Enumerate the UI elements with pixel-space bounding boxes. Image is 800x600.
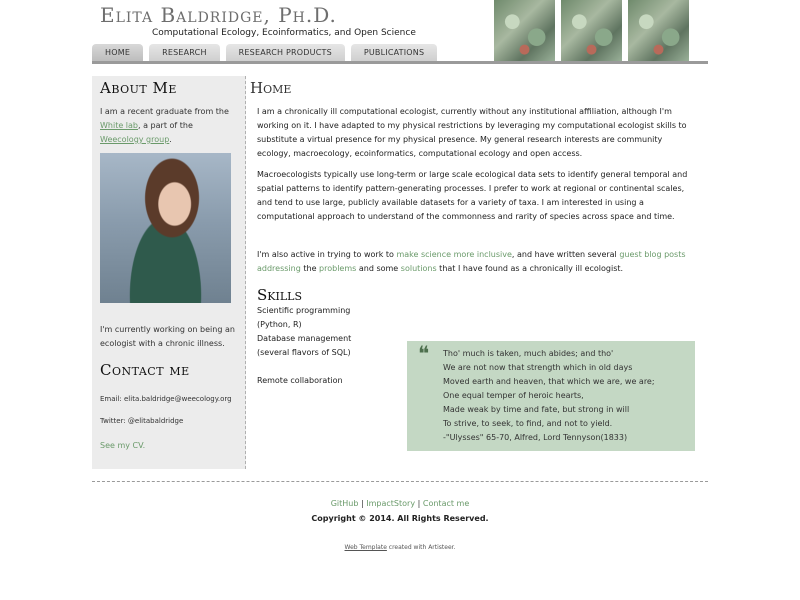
inclusive-text-2: , and have written several	[511, 250, 620, 259]
about-heading: About Me	[100, 79, 177, 97]
skill-item: (Python, R)	[257, 320, 302, 329]
quote-line: To strive, to seek, to find, and not to …	[443, 419, 613, 428]
problems-link[interactable]: problems	[319, 264, 356, 273]
inclusive-science-link[interactable]: make science more inclusive	[396, 250, 511, 259]
site-subtitle: Computational Ecology, Ecoinformatics, a…	[152, 28, 416, 38]
about-text-1: I am a recent graduate from the	[100, 107, 229, 116]
template-credit-text: created with Artisteer.	[386, 544, 456, 551]
quote-mark-icon: ❝	[418, 342, 430, 366]
tab-publications[interactable]: PUBLICATIONS	[350, 44, 438, 61]
solutions-link[interactable]: solutions	[401, 264, 437, 273]
github-link[interactable]: GitHub	[331, 499, 359, 508]
about-text: I am a recent graduate from the White la…	[100, 105, 237, 147]
quote-attribution: -"Ulysses" 65-70, Alfred, Lord Tennyson(…	[443, 433, 628, 442]
about-text-3: .	[169, 135, 172, 144]
quote-line: Moved earth and heaven, that which we ar…	[443, 377, 655, 386]
main-content: Home I am a chronically ill computationa…	[250, 76, 698, 451]
nav-divider	[92, 61, 708, 64]
skill-item: Scientific programming	[257, 306, 351, 315]
banner-image-2	[561, 0, 622, 62]
contact-twitter: Twitter: @elitabaldridge	[100, 417, 184, 425]
page-title: Home	[250, 79, 292, 97]
footer-divider	[92, 481, 708, 482]
profile-photo	[100, 153, 231, 303]
macroecology-paragraph: Macroecologists typically use long-term …	[257, 170, 688, 221]
quote-box: ❝ Tho' much is taken, much abides; and t…	[407, 341, 695, 451]
inclusive-text-3: the	[300, 264, 320, 273]
template-credit: Web Template created with Artisteer.	[0, 544, 800, 551]
web-template-link[interactable]: Web Template	[345, 544, 387, 551]
skills-heading: Skills	[257, 286, 302, 304]
site-title: Elita Baldridge, Ph.D.	[100, 3, 337, 27]
about-text-2: , a part of the	[138, 121, 193, 130]
main-nav: HOME RESEARCH RESEARCH PRODUCTS PUBLICAT…	[92, 44, 438, 61]
inclusive-text-5: that I have found as a chronically ill e…	[436, 264, 624, 273]
quote-line: Made weak by time and fate, but strong i…	[443, 405, 630, 414]
quote-line: We are not now that strength which in ol…	[443, 363, 633, 372]
quote-line: Tho' much is taken, much abides; and tho…	[443, 349, 614, 358]
banner-image-3	[628, 0, 689, 62]
tab-research[interactable]: RESEARCH	[149, 44, 220, 61]
inclusive-text-1: I'm also active in trying to work to	[257, 250, 397, 259]
tab-research-products[interactable]: RESEARCH PRODUCTS	[225, 44, 345, 61]
header-banner	[494, 0, 689, 62]
impactstory-link[interactable]: ImpactStory	[366, 499, 415, 508]
intro-paragraph: I am a chronically ill computational eco…	[257, 107, 687, 158]
inclusive-paragraph: I'm also active in trying to work to mak…	[250, 248, 698, 276]
inclusive-text-4: and some	[356, 264, 401, 273]
sidebar: About Me I am a recent graduate from the…	[92, 76, 246, 469]
cv-link[interactable]: See my CV.	[100, 441, 145, 450]
tab-home[interactable]: HOME	[92, 44, 144, 61]
white-lab-link[interactable]: White lab	[100, 121, 138, 130]
banner-image-1	[494, 0, 555, 62]
weecology-link[interactable]: Weecology group	[100, 135, 169, 144]
working-text: I'm currently working on being an ecolog…	[100, 325, 235, 348]
copyright: Copyright © 2014. All Rights Reserved.	[311, 514, 489, 523]
footer-links: GitHub | ImpactStory | Contact me	[0, 499, 800, 508]
contact-heading: Contact me	[100, 361, 190, 379]
contact-email: Email: elita.baldridge@weecology.org	[100, 395, 232, 403]
quote-line: One equal temper of heroic hearts,	[443, 391, 584, 400]
contact-me-link[interactable]: Contact me	[423, 499, 469, 508]
